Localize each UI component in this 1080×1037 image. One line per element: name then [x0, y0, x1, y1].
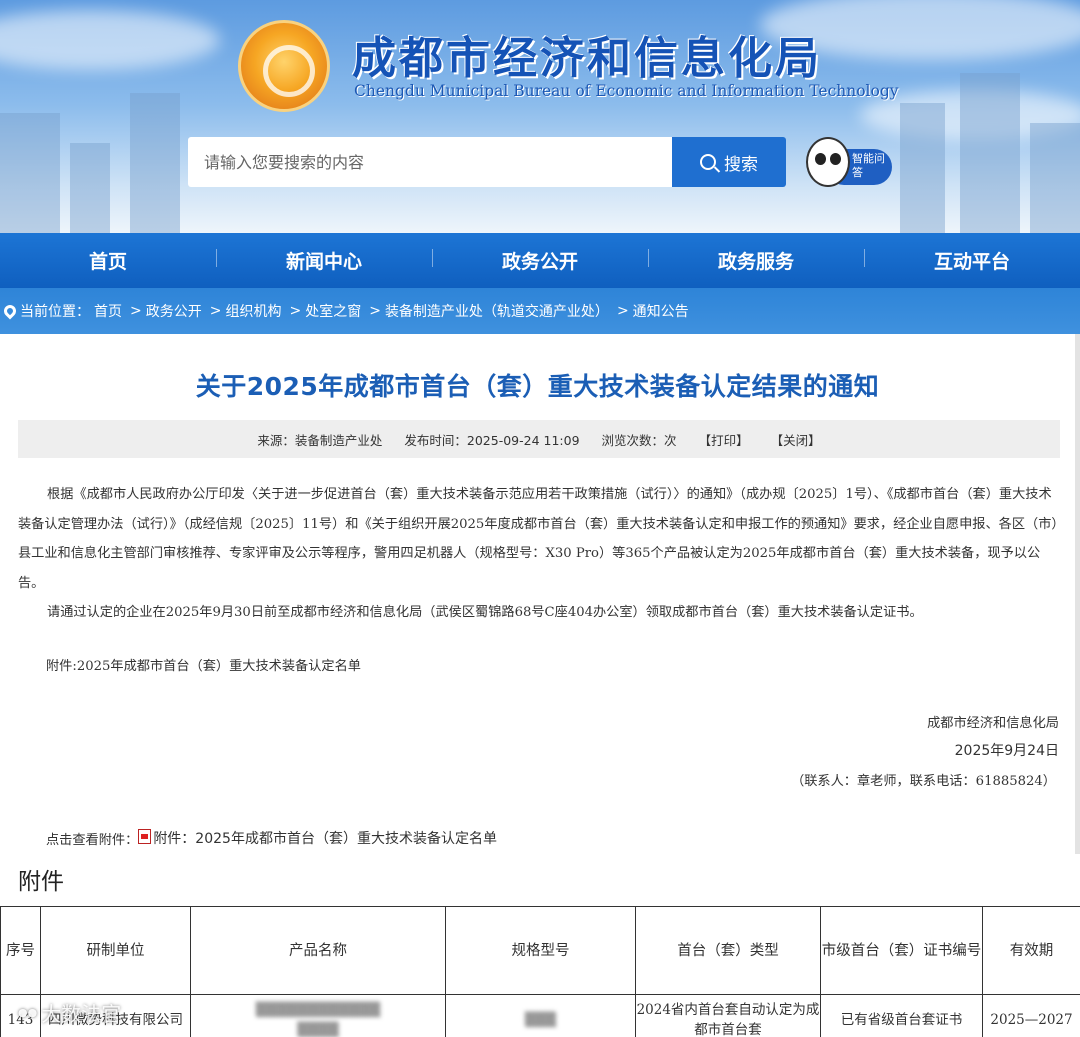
- attachment-link[interactable]: 附件：2025年成都市首台（套）重大技术装备认定名单: [153, 828, 497, 848]
- attachment-note: 附件:2025年成都市首台（套）重大技术装备认定名单: [46, 659, 361, 674]
- body-paragraph: 根据《成都市人民政府办公厅印发〈关于进一步促进首台（套）重大技术装备示范应用若干…: [18, 487, 1058, 591]
- breadcrumb-item-departments[interactable]: 处室之窗: [305, 301, 361, 321]
- meta-publish-time: 发布时间：2025-09-24 11:09: [404, 432, 580, 448]
- print-button[interactable]: 【打印】: [699, 430, 749, 449]
- watermark-logo-icon: ●●: [18, 1006, 38, 1019]
- table-cell-blurred: ▒▒▒: [445, 994, 636, 1037]
- skyline-decoration: [900, 103, 945, 233]
- breadcrumb: 当前位置： 首页 > 政务公开 > 组织机构 > 处室之窗 > 装备制造产业处（…: [0, 288, 1080, 334]
- close-button[interactable]: 【关闭】: [771, 430, 821, 449]
- page-scrollbar[interactable]: [1075, 334, 1080, 854]
- breadcrumb-item-notices[interactable]: 通知公告: [633, 301, 689, 321]
- table-cell: 已有省级首台套证书: [820, 994, 983, 1037]
- signature-date: 2025年9月24日: [954, 743, 1059, 759]
- search-button[interactable]: 搜索: [672, 137, 786, 187]
- column-header: 规格型号: [445, 906, 636, 995]
- main-nav: 首页 新闻中心 政务公开 政务服务 互动平台: [0, 233, 1080, 288]
- site-title: 成都市经济和信息化局: [352, 33, 822, 84]
- breadcrumb-separator: >: [616, 303, 629, 319]
- body-paragraph: 请通过认定的企业在2025年9月30日前至成都市经济和信息化局（武侯区蜀锦路68…: [47, 605, 923, 620]
- breadcrumb-item-affairs[interactable]: 政务公开: [146, 301, 202, 321]
- breadcrumb-label: 当前位置：: [20, 304, 90, 320]
- column-header: 序号: [0, 906, 41, 995]
- watermark-text: 大数法官: [41, 1002, 122, 1026]
- smart-qa-label: 智能问答: [852, 152, 885, 179]
- breadcrumb-separator: >: [209, 303, 222, 319]
- article-meta: 来源：装备制造产业处 发布时间：2025-09-24 11:09 浏览次数：次 …: [18, 420, 1060, 458]
- skyline-decoration: [1030, 123, 1080, 233]
- breadcrumb-separator: >: [289, 303, 302, 319]
- column-header: 市级首台（套）证书编号: [820, 906, 983, 995]
- skyline-decoration: [130, 93, 180, 233]
- skyline-decoration: [960, 73, 1020, 233]
- annex-table: 序号 研制单位 产品名称 规格型号 首台（套）类型 市级首台（套）证书编号 有效…: [0, 906, 1080, 1037]
- column-header: 有效期: [982, 906, 1080, 995]
- meta-views: 浏览次数：次: [601, 432, 677, 448]
- location-pin-icon: [1, 302, 19, 320]
- pdf-icon: [138, 828, 152, 844]
- attachment-row: 点击查看附件： 附件：2025年成都市首台（套）重大技术装备认定名单: [46, 828, 497, 848]
- nav-item-interaction[interactable]: 互动平台: [864, 247, 1080, 274]
- panda-icon: [806, 137, 850, 187]
- nav-item-government-affairs[interactable]: 政务公开: [432, 247, 648, 274]
- table-cell: 2024省内首台套自动认定为成都市首台套: [635, 994, 821, 1037]
- nav-item-news[interactable]: 新闻中心: [216, 247, 432, 274]
- table-header-row: 序号 研制单位 产品名称 规格型号 首台（套）类型 市级首台（套）证书编号 有效…: [0, 906, 1080, 995]
- table-row: 143 四川微势科技有限公司 ▒▒▒▒▒▒▒▒▒▒▒▒ ▒▒▒▒ ▒▒▒ 2024…: [0, 994, 1080, 1037]
- article-body: 根据《成都市人民政府办公厅印发〈关于进一步促进首台（套）重大技术装备示范应用若干…: [18, 480, 1060, 628]
- bureau-logo[interactable]: [238, 20, 330, 112]
- contact-info: （联系人：章老师，联系电话：61885824）: [791, 774, 1056, 789]
- nav-item-home[interactable]: 首页: [0, 247, 216, 274]
- smart-qa-button[interactable]: 智能问答: [806, 135, 892, 189]
- attachment-prefix: 点击查看附件：: [46, 832, 139, 848]
- breadcrumb-separator: >: [369, 303, 381, 319]
- table-cell: 2025—2027: [982, 994, 1080, 1037]
- watermark: ●● 大数法官: [18, 998, 121, 1027]
- breadcrumb-item-home[interactable]: 首页: [94, 301, 122, 321]
- annex-heading: 附件: [18, 869, 64, 895]
- header-banner: 成都市经济和信息化局 Chengdu Municipal Bureau of E…: [0, 0, 1080, 233]
- skyline-decoration: [0, 113, 60, 233]
- column-header: 产品名称: [190, 906, 446, 995]
- search-icon: [700, 154, 716, 170]
- site-subtitle: Chengdu Municipal Bureau of Economic and…: [354, 82, 899, 100]
- meta-source: 来源：装备制造产业处: [257, 432, 383, 448]
- column-header: 首台（套）类型: [635, 906, 821, 995]
- signature-org: 成都市经济和信息化局: [927, 716, 1059, 731]
- nav-item-services[interactable]: 政务服务: [648, 247, 864, 274]
- search-button-label: 搜索: [724, 154, 758, 175]
- skyline-decoration: [70, 143, 110, 233]
- cloud-decoration: [0, 10, 220, 70]
- article-title: 关于2025年成都市首台（套）重大技术装备认定结果的通知: [195, 372, 880, 401]
- breadcrumb-item-organization[interactable]: 组织机构: [225, 301, 281, 321]
- breadcrumb-item-equipment-division[interactable]: 装备制造产业处（轨道交通产业处）: [385, 301, 609, 321]
- column-header: 研制单位: [40, 906, 191, 995]
- breadcrumb-separator: >: [130, 303, 142, 319]
- table-cell-blurred: ▒▒▒▒▒▒▒▒▒▒▒▒ ▒▒▒▒: [190, 994, 446, 1037]
- search-input[interactable]: [188, 137, 672, 187]
